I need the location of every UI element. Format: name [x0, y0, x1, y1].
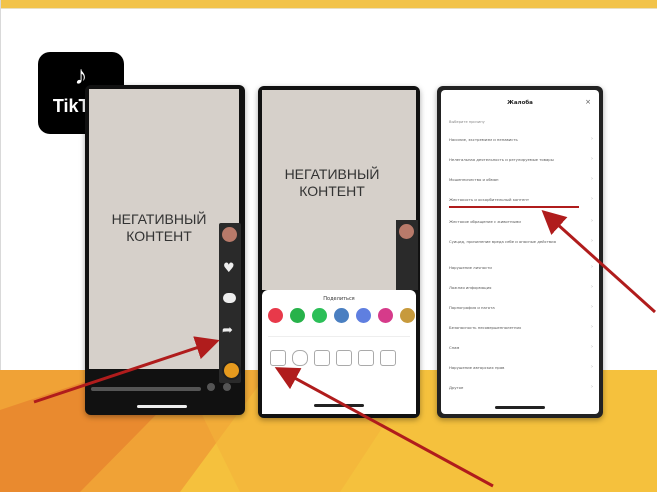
arrow-to-share-icon	[33, 336, 220, 404]
pointer-arrows	[33, 209, 657, 488]
arrow-to-reason-item	[541, 209, 657, 314]
arrow-to-report-button	[274, 367, 494, 488]
